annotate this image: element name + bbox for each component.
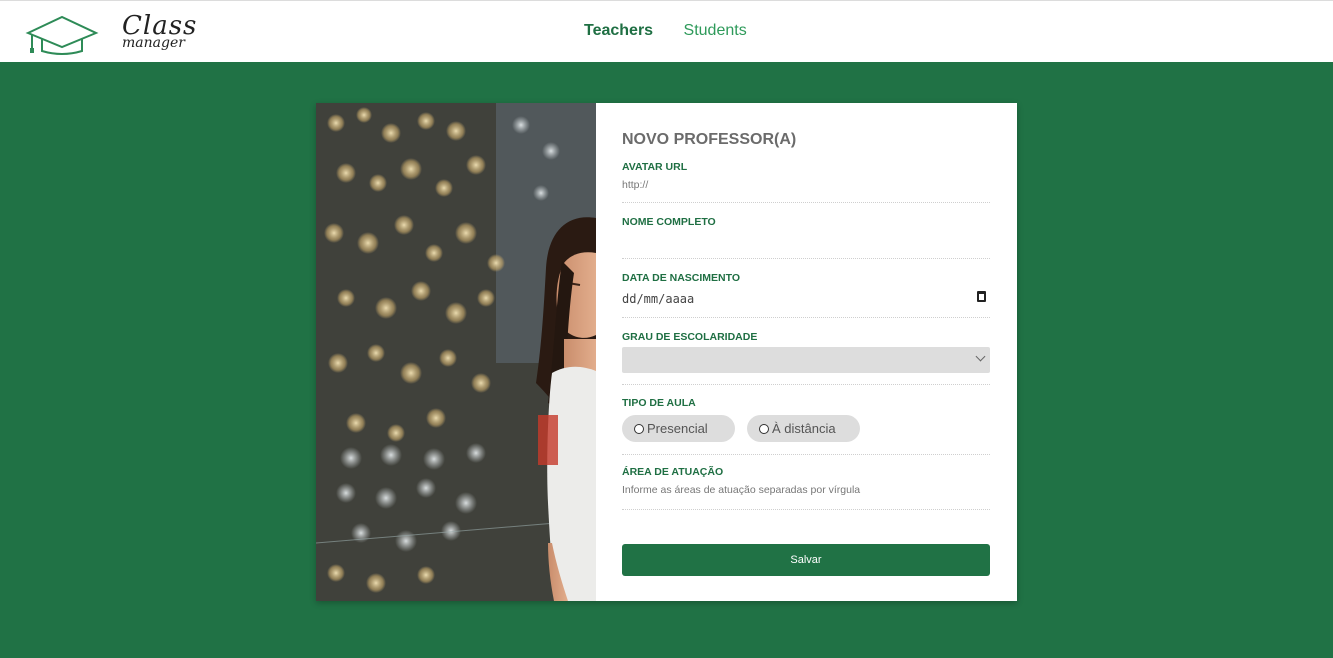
radio-unchecked-icon[interactable] [634, 424, 644, 434]
area-label: ÁREA DE ATUAÇÃO [622, 466, 724, 478]
nav-teachers[interactable]: Teachers [584, 22, 653, 39]
class-type-field: TIPO DE AULA Presencial À distância [622, 397, 990, 455]
graduation-cap-icon [25, 15, 99, 55]
radio-unchecked-icon[interactable] [759, 424, 769, 434]
avatar-url-label: AVATAR URL [622, 161, 688, 173]
save-button[interactable]: Salvar [622, 544, 990, 576]
birth-date-placeholder: dd/mm/aaaa [622, 292, 695, 306]
logo-subtext: manager [122, 35, 185, 51]
birth-date-field[interactable]: DATA DE NASCIMENTO dd/mm/aaaa [622, 272, 990, 318]
education-field[interactable]: GRAU DE ESCOLARIDADE [622, 331, 990, 385]
avatar-url-field[interactable]: AVATAR URL http:// [622, 161, 990, 203]
calendar-icon[interactable] [977, 291, 986, 302]
birth-date-label: DATA DE NASCIMENTO [622, 272, 741, 284]
class-type-radio-group: Presencial À distância [622, 415, 990, 443]
new-teacher-card: NOVO PROFESSOR(A) AVATAR URL http:// NOM… [316, 103, 1017, 601]
avatar-url-input[interactable]: http:// [622, 179, 990, 191]
education-label: GRAU DE ESCOLARIDADE [622, 331, 758, 343]
radio-presencial[interactable]: Presencial [622, 415, 735, 442]
top-navbar: Class manager Teachers Students [0, 0, 1333, 62]
class-type-label: TIPO DE AULA [622, 397, 696, 409]
chevron-down-icon [975, 351, 986, 362]
teacher-photo [316, 103, 596, 601]
area-field[interactable]: ÁREA DE ATUAÇÃO Informe as áreas de atua… [622, 466, 990, 510]
birth-date-input[interactable]: dd/mm/aaaa [622, 290, 990, 306]
full-name-label: NOME COMPLETO [622, 216, 716, 228]
nav-students[interactable]: Students [684, 22, 747, 39]
form-title: NOVO PROFESSOR(A) [622, 131, 797, 148]
main-nav: Teachers Students [584, 22, 773, 40]
radio-distancia[interactable]: À distância [747, 415, 860, 442]
area-input[interactable]: Informe as áreas de atuação separadas po… [622, 484, 990, 496]
radio-distancia-label: À distância [772, 421, 836, 436]
class-manager-logo[interactable]: Class manager [24, 9, 196, 57]
full-name-field[interactable]: NOME COMPLETO [622, 216, 990, 259]
radio-presencial-label: Presencial [647, 421, 708, 436]
education-select[interactable] [622, 347, 990, 373]
photo-illustration [316, 103, 596, 601]
